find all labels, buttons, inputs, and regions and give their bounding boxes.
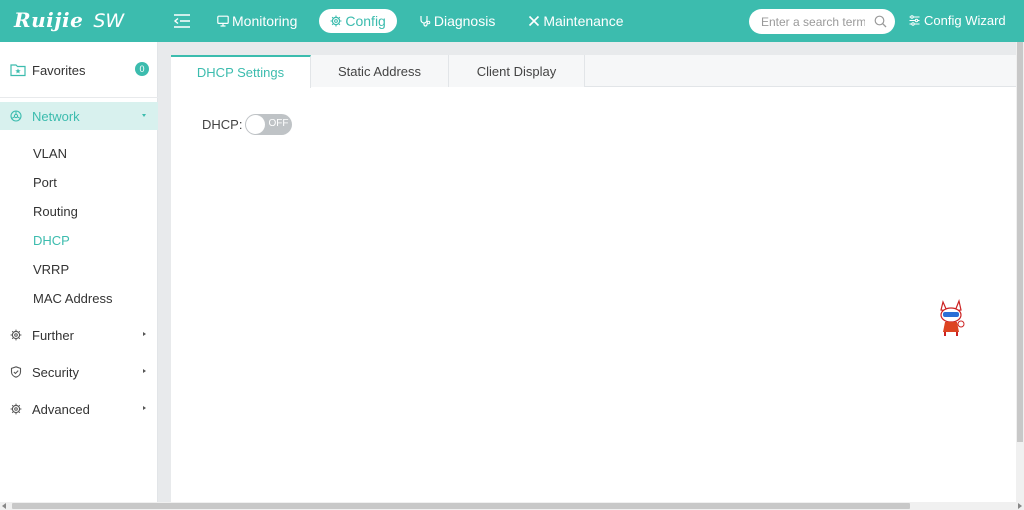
brand-name: Ruijie [14, 8, 84, 32]
dhcp-label: DHCP: [202, 117, 243, 132]
search-input[interactable] [761, 14, 865, 29]
network-icon [10, 110, 22, 122]
main-panel: DHCP Settings Static Address Client Disp… [171, 55, 1016, 502]
sidebar-group-advanced-label: Advanced [32, 401, 90, 417]
dhcp-toggle[interactable]: OFF [245, 114, 293, 135]
nav-config-label: Config [345, 13, 386, 29]
gear-icon [10, 403, 22, 415]
tools-icon [529, 15, 540, 27]
sliders-icon [909, 15, 920, 26]
nav-diagnosis-label: Diagnosis [433, 13, 496, 29]
sidebar-group-security-label: Security [32, 364, 79, 380]
search-icon[interactable] [874, 15, 887, 28]
nav-maintenance[interactable]: Maintenance [517, 9, 634, 33]
brand-logo[interactable]: Ruijie SW [14, 8, 124, 32]
sidebar-item-vlan[interactable]: VLAN [33, 146, 67, 161]
nav-config[interactable]: Config [319, 9, 397, 33]
shield-icon [10, 366, 22, 378]
tab-client-display[interactable]: Client Display [449, 55, 585, 87]
sidebar: Favorites 0 Network VLAN Port Routing DH… [0, 42, 158, 502]
chevron-right-icon [143, 369, 146, 373]
nav-maintenance-label: Maintenance [543, 13, 624, 29]
sidebar-group-further-label: Further [32, 327, 74, 343]
menu-toggle-icon[interactable] [173, 11, 191, 31]
scroll-right-arrow-icon[interactable] [1018, 503, 1022, 509]
config-wizard-label: Config Wizard [924, 13, 1006, 28]
favorites-folder-icon [10, 64, 26, 77]
top-header: Ruijie SW Monitoring Config Diagnosis Ma… [0, 0, 1024, 42]
sidebar-group-further[interactable]: Further [0, 321, 158, 349]
dhcp-setting-row: DHCP: OFF [202, 114, 293, 135]
gear-icon [10, 329, 22, 341]
config-wizard-button[interactable]: Config Wizard [909, 13, 1006, 28]
horizontal-scrollbar-thumb[interactable] [12, 503, 910, 509]
sidebar-item-routing[interactable]: Routing [33, 204, 78, 219]
gear-icon [330, 15, 342, 27]
sidebar-item-mac-address[interactable]: MAC Address [33, 291, 112, 306]
nav-diagnosis[interactable]: Diagnosis [408, 9, 506, 33]
favorites-count-badge: 0 [135, 62, 149, 76]
sidebar-group-network-label: Network [32, 108, 80, 124]
chevron-right-icon [143, 406, 146, 410]
sidebar-item-dhcp[interactable]: DHCP [33, 233, 70, 248]
favorites-label: Favorites [32, 62, 86, 78]
main-nav: Monitoring Config Diagnosis Maintenance [206, 9, 646, 33]
sidebar-group-security[interactable]: Security [0, 358, 158, 386]
vertical-scrollbar[interactable] [1016, 42, 1024, 502]
horizontal-scrollbar[interactable] [0, 502, 1024, 510]
sidebar-item-vrrp[interactable]: VRRP [33, 262, 69, 277]
tab-dhcp-settings[interactable]: DHCP Settings [171, 55, 311, 88]
scroll-left-arrow-icon[interactable] [2, 503, 6, 509]
toggle-state-label: OFF [268, 118, 289, 129]
sidebar-favorites[interactable]: Favorites 0 [0, 56, 158, 84]
sidebar-group-advanced[interactable]: Advanced [0, 395, 158, 423]
nav-monitoring-label: Monitoring [232, 13, 298, 29]
toggle-knob [246, 115, 266, 134]
product-name: SW [93, 10, 125, 32]
vertical-scrollbar-thumb[interactable] [1017, 42, 1023, 442]
sidebar-group-network[interactable]: Network [0, 102, 158, 130]
monitor-icon [217, 15, 229, 27]
sidebar-divider [0, 97, 158, 98]
chevron-right-icon [143, 332, 146, 336]
chevron-down-icon [142, 114, 146, 117]
tab-bar: DHCP Settings Static Address Client Disp… [171, 55, 1016, 88]
sidebar-item-port[interactable]: Port [33, 175, 57, 190]
search-box [749, 9, 895, 34]
nav-monitoring[interactable]: Monitoring [206, 9, 308, 33]
tab-static-address[interactable]: Static Address [311, 55, 449, 87]
mascot-icon[interactable] [933, 298, 969, 338]
stethoscope-icon [420, 16, 431, 27]
